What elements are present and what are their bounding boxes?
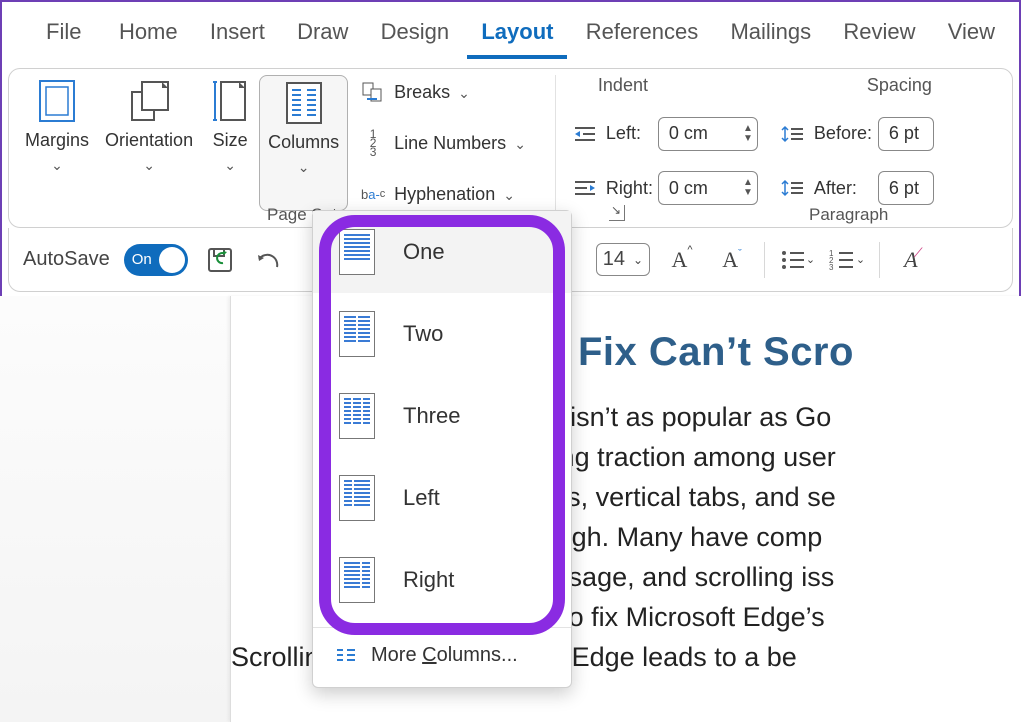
columns-option-three[interactable]: Three (313, 375, 571, 457)
save-button[interactable] (202, 242, 238, 278)
indent-left-value: 0 cm (669, 123, 708, 144)
chevron-down-icon: ⌄ (51, 157, 63, 174)
toggle-knob (159, 247, 185, 273)
page-setup-dialog-launcher[interactable] (609, 205, 625, 221)
document-gutter (0, 296, 230, 722)
size-label: Size (213, 130, 248, 151)
hyphenation-icon: ba-c (360, 183, 386, 205)
more-columns-icon (335, 647, 357, 665)
shrink-font-button[interactable]: Aˇ (714, 242, 750, 278)
hyphenation-button[interactable]: ba-c Hyphenation ⌄ (360, 183, 526, 205)
tab-design[interactable]: Design (367, 13, 463, 59)
columns-option-two[interactable]: Two (313, 293, 571, 375)
columns-option-left[interactable]: Left (313, 457, 571, 539)
chevron-down-icon: ⌄ (224, 157, 236, 174)
indent-heading: Indent (598, 75, 648, 96)
option-label: Three (403, 403, 460, 429)
autosave-label: AutoSave (23, 248, 110, 271)
ribbon: Margins ⌄ Orientation ⌄ Size ⌄ Columns ⌄ (8, 68, 1013, 228)
undo-button[interactable] (252, 242, 288, 278)
orientation-label: Orientation (105, 130, 193, 151)
line-numbers-label: Line Numbers (394, 133, 506, 154)
columns-option-one[interactable]: One (313, 211, 571, 293)
margins-button[interactable]: Margins ⌄ (17, 75, 97, 211)
indent-right-label: Right: (606, 178, 650, 199)
indent-left-label: Left: (606, 123, 650, 144)
indent-right-input[interactable]: 0 cm ▲▼ (658, 171, 758, 205)
chevron-down-icon: ⌄ (514, 136, 526, 153)
spacing-before-value: 6 pt (889, 123, 919, 144)
numbering-button[interactable]: 123⌄ (829, 242, 865, 278)
spacing-before-input[interactable]: 6 pt (878, 117, 934, 151)
paragraph-group-label: Paragraph (809, 205, 888, 225)
grow-font-button[interactable]: A^ (664, 242, 700, 278)
indent-left-icon (572, 123, 598, 145)
tab-view[interactable]: View (934, 13, 1009, 59)
spacing-after-input[interactable]: 6 pt (878, 171, 934, 205)
svg-text:3: 3 (829, 263, 834, 272)
spacing-before-label: Before: (814, 123, 870, 144)
three-column-icon (339, 393, 375, 439)
bullets-button[interactable]: ⌄ (779, 242, 815, 278)
breaks-button[interactable]: Breaks ⌄ (360, 81, 526, 103)
one-column-icon (339, 229, 375, 275)
tab-review[interactable]: Review (829, 13, 929, 59)
autosave-on-label: On (132, 251, 152, 268)
size-button[interactable]: Size ⌄ (201, 75, 259, 211)
indent-right-icon (572, 177, 598, 199)
left-column-icon (339, 475, 375, 521)
hyphenation-label: Hyphenation (394, 184, 495, 205)
chevron-down-icon: ⌄ (143, 157, 155, 174)
columns-button[interactable]: Columns ⌄ (259, 75, 348, 211)
columns-option-right[interactable]: Right (313, 539, 571, 621)
spinner-icon[interactable]: ▲▼ (737, 125, 753, 143)
option-label: Two (403, 321, 443, 347)
tab-home[interactable]: Home (105, 13, 192, 59)
size-icon (209, 80, 251, 122)
tab-references[interactable]: References (572, 13, 713, 59)
line-numbers-icon: 123 (360, 132, 386, 154)
margins-icon (36, 80, 78, 122)
line-numbers-button[interactable]: 123 Line Numbers ⌄ (360, 132, 526, 154)
breaks-label: Breaks (394, 82, 450, 103)
tab-draw[interactable]: Draw (283, 13, 362, 59)
margins-label: Margins (25, 130, 89, 151)
indent-left-input[interactable]: 0 cm ▲▼ (658, 117, 758, 151)
chevron-down-icon: ⌄ (298, 159, 310, 176)
chevron-down-icon: ⌄ (503, 187, 515, 204)
columns-label: Columns (268, 132, 339, 153)
tab-mailings[interactable]: Mailings (716, 13, 825, 59)
autosave-toggle[interactable]: On (124, 244, 188, 276)
tab-insert[interactable]: Insert (196, 13, 279, 59)
spacing-after-label: After: (814, 178, 870, 199)
chevron-down-icon: ⌄ (633, 253, 643, 267)
columns-icon (283, 82, 325, 124)
orientation-icon (128, 80, 170, 122)
option-label: Left (403, 485, 440, 511)
right-column-icon (339, 557, 375, 603)
more-columns-button[interactable]: More Columns... (313, 627, 571, 683)
indent-right-value: 0 cm (669, 178, 708, 199)
spinner-icon[interactable]: ▲▼ (737, 179, 753, 197)
more-columns-label: More Columns... (371, 644, 518, 667)
breaks-icon (360, 81, 386, 103)
columns-dropdown: One Two Three Left Right (312, 210, 572, 688)
option-label: Right (403, 567, 454, 593)
option-label: One (403, 239, 445, 265)
clear-formatting-button[interactable]: A⁄ (894, 242, 930, 278)
spacing-before-icon (780, 123, 806, 145)
orientation-button[interactable]: Orientation ⌄ (97, 75, 201, 211)
chevron-down-icon: ⌄ (458, 85, 470, 102)
ribbon-tabs: File Home Insert Draw Design Layout Refe… (2, 2, 1019, 62)
two-column-icon (339, 311, 375, 357)
spacing-after-value: 6 pt (889, 178, 919, 199)
tab-layout[interactable]: Layout (467, 13, 567, 59)
spacing-after-icon (780, 177, 806, 199)
font-size-value: 14 (603, 248, 625, 271)
spacing-heading: Spacing (867, 75, 932, 96)
tab-file[interactable]: File (32, 13, 95, 59)
font-size-select[interactable]: 14 ⌄ (596, 243, 650, 276)
